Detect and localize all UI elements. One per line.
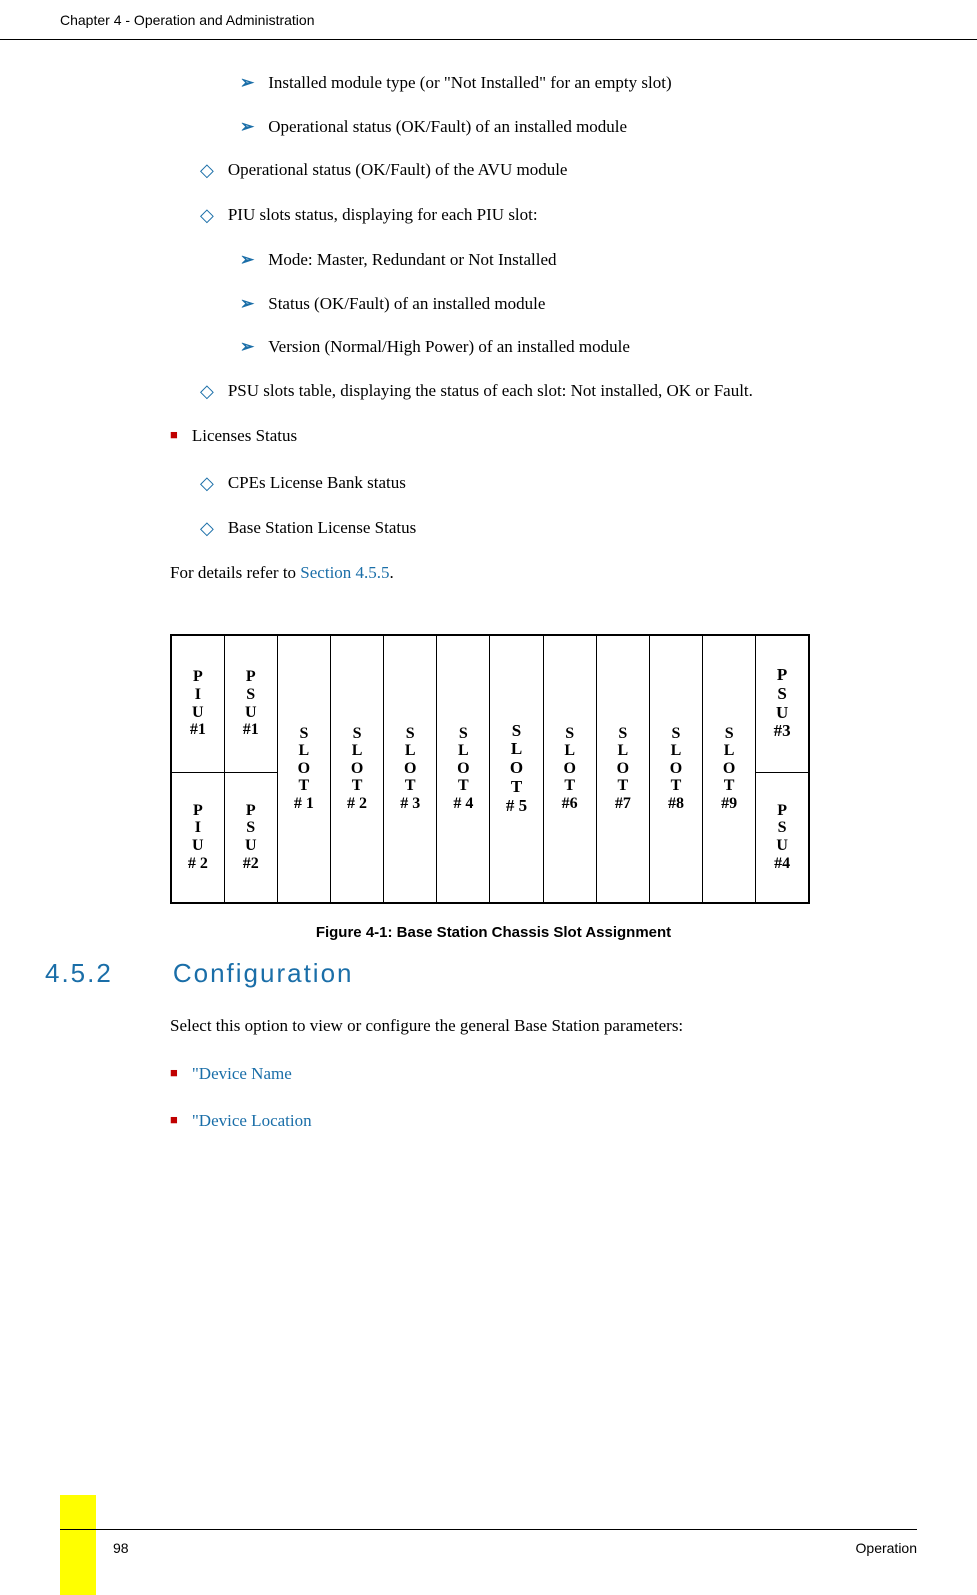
slot-cell: PIU# 2 [171, 772, 224, 902]
item-text: CPEs License Bank status [228, 470, 406, 497]
list-item: ➢ Mode: Master, Redundant or Not Install… [240, 247, 917, 273]
section-number: 4.5.2 [45, 954, 113, 993]
cell-text: SLOT# 1 [294, 725, 314, 812]
cell-text: SLOT# 5 [506, 721, 527, 815]
slot-cell: PIU#1 [171, 635, 224, 773]
list-item: ■ "Device Location [170, 1108, 917, 1134]
slot-cell: PSU#1 [224, 635, 277, 773]
item-text: Mode: Master, Redundant or Not Installed [268, 247, 556, 273]
slot-cell: SLOT#8 [649, 635, 702, 903]
section-link[interactable]: Section 4.5.5 [300, 563, 389, 582]
list-item: ➢ Installed module type (or "Not Install… [240, 70, 917, 96]
list-item: ◇ Operational status (OK/Fault) of the A… [200, 157, 917, 184]
section-heading: 4.5.2 Configuration [45, 954, 917, 993]
cell-text: SLOT# 3 [400, 725, 420, 812]
slot-cell: PSU#3 [756, 635, 809, 773]
cell-text: PSU#3 [774, 665, 791, 740]
list-item: ◇ PIU slots status, displaying for each … [200, 202, 917, 229]
section-title: Configuration [173, 954, 354, 993]
item-text: Operational status (OK/Fault) of the AVU… [228, 157, 568, 184]
diamond-icon: ◇ [200, 157, 214, 184]
item-text: Version (Normal/High Power) of an instal… [268, 334, 630, 360]
item-text: PSU slots table, displaying the status o… [228, 378, 753, 405]
item-text: Installed module type (or "Not Installed… [268, 70, 671, 96]
cell-text: SLOT#6 [562, 725, 578, 812]
list-item: ◇ Base Station License Status [200, 515, 917, 542]
slot-cell: SLOT#9 [703, 635, 756, 903]
arrow-icon: ➢ [240, 291, 254, 317]
cell-text: PIU#1 [190, 668, 206, 738]
figure-caption: Figure 4-1: Base Station Chassis Slot As… [70, 922, 917, 945]
square-icon: ■ [170, 1108, 178, 1134]
list-item: ■ "Device Name [170, 1061, 917, 1087]
cell-text: PSU#4 [774, 802, 790, 872]
chapter-label: Chapter 4 - Operation and Administration [60, 12, 314, 28]
slot-cell: SLOT#7 [596, 635, 649, 903]
list-item: ➢ Version (Normal/High Power) of an inst… [240, 334, 917, 360]
chassis-figure: PIU#1 PSU#1 SLOT# 1 SLOT# 2 SLOT# 3 SLOT… [170, 634, 917, 904]
square-icon: ■ [170, 1061, 178, 1087]
page-header: Chapter 4 - Operation and Administration [0, 0, 977, 40]
arrow-icon: ➢ [240, 114, 254, 140]
cell-text: SLOT# 4 [453, 725, 473, 812]
list-item: ◇ CPEs License Bank status [200, 470, 917, 497]
link-item[interactable]: "Device Name [192, 1061, 292, 1087]
cell-text: PSU#1 [243, 668, 259, 738]
para-prefix: For details refer to [170, 563, 300, 582]
slot-cell: PSU#2 [224, 772, 277, 902]
diamond-icon: ◇ [200, 515, 214, 542]
slot-cell: SLOT# 5 [490, 635, 543, 903]
item-text: PIU slots status, displaying for each PI… [228, 202, 538, 229]
slot-cell: SLOT# 2 [330, 635, 383, 903]
page-footer: 98 Operation [60, 1529, 917, 1559]
link-item[interactable]: "Device Location [192, 1108, 312, 1134]
item-text: Base Station License Status [228, 515, 416, 542]
list-item: ➢ Operational status (OK/Fault) of an in… [240, 114, 917, 140]
diamond-icon: ◇ [200, 470, 214, 497]
item-text: Licenses Status [192, 423, 297, 449]
slot-cell: SLOT# 4 [437, 635, 490, 903]
cell-text: PIU# 2 [188, 802, 208, 872]
cell-text: PSU#2 [243, 802, 259, 872]
reference-paragraph: For details refer to Section 4.5.5. [170, 560, 917, 586]
period: . [390, 563, 394, 582]
chassis-slot-table: PIU#1 PSU#1 SLOT# 1 SLOT# 2 SLOT# 3 SLOT… [170, 634, 810, 904]
page-number: 98 [60, 1538, 129, 1559]
cell-text: SLOT#7 [615, 725, 631, 812]
cell-text: SLOT#8 [668, 725, 684, 812]
arrow-icon: ➢ [240, 334, 254, 360]
cell-text: SLOT# 2 [347, 725, 367, 812]
page-content: ➢ Installed module type (or "Not Install… [0, 40, 977, 1134]
list-item: ➢ Status (OK/Fault) of an installed modu… [240, 291, 917, 317]
footer-label: Operation [856, 1538, 917, 1559]
section-intro: Select this option to view or configure … [170, 1013, 917, 1039]
square-icon: ■ [170, 423, 178, 449]
slot-cell: SLOT#6 [543, 635, 596, 903]
list-item: ■ Licenses Status [170, 423, 917, 449]
diamond-icon: ◇ [200, 378, 214, 405]
item-text: Status (OK/Fault) of an installed module [268, 291, 545, 317]
arrow-icon: ➢ [240, 247, 254, 273]
cell-text: SLOT#9 [721, 725, 737, 812]
list-item: ◇ PSU slots table, displaying the status… [200, 378, 917, 405]
slot-cell: SLOT# 3 [384, 635, 437, 903]
item-text: Operational status (OK/Fault) of an inst… [268, 114, 627, 140]
arrow-icon: ➢ [240, 70, 254, 96]
slot-cell: SLOT# 1 [277, 635, 330, 903]
slot-cell: PSU#4 [756, 772, 809, 902]
diamond-icon: ◇ [200, 202, 214, 229]
